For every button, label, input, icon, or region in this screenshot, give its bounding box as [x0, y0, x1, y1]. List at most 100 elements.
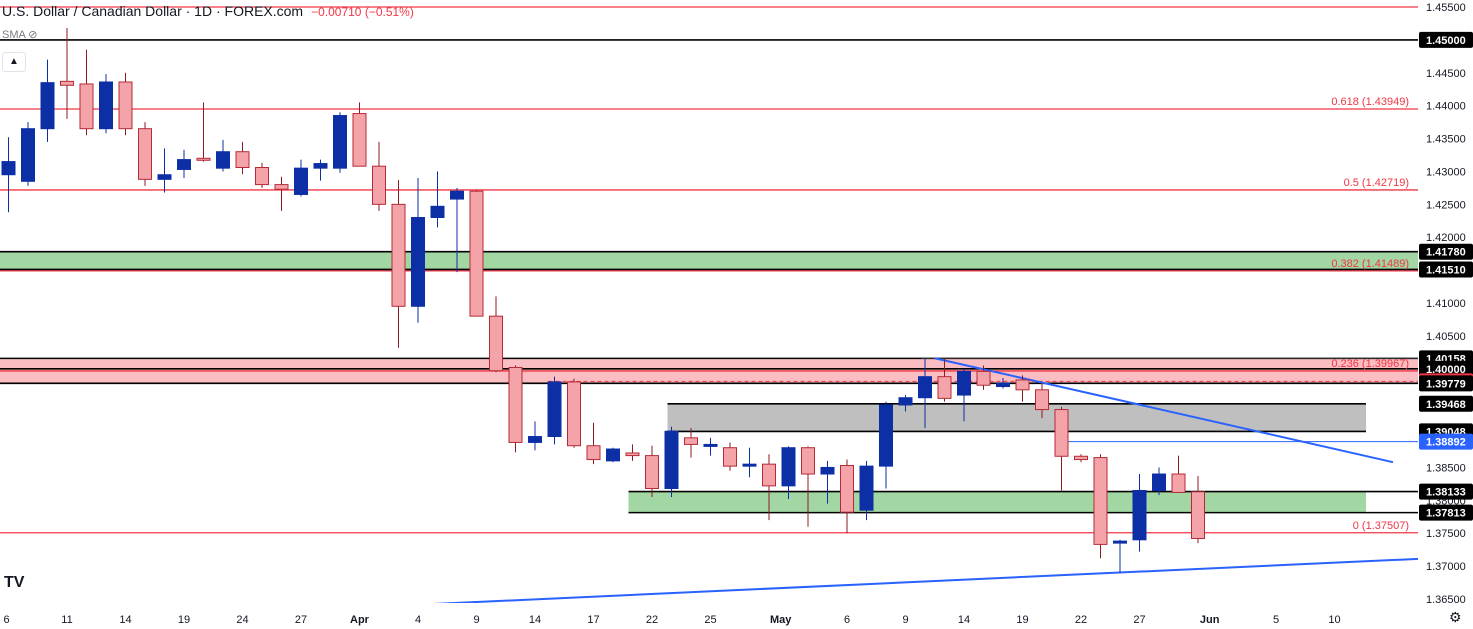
fib-labels-layer: 0.618 (1.43949) 0.5 (1.42719) 0.382 (1.414…: [1331, 96, 1409, 532]
candle: [177, 149, 191, 179]
candle-body: [703, 443, 718, 447]
x-tick-label: 6: [3, 614, 9, 626]
candle: [1132, 474, 1147, 552]
candle: [567, 378, 581, 448]
candle: [372, 141, 386, 211]
candle-body: [177, 159, 191, 170]
candle-body: [1035, 389, 1049, 411]
chevron-up-icon[interactable]: ▲: [2, 52, 26, 72]
upper-support-zone: [0, 251, 1418, 270]
symbol-title[interactable]: U.S. Dollar / Canadian Dollar · 1D · FOR…: [2, 3, 303, 19]
candle: [547, 376, 562, 445]
candle-body: [313, 163, 328, 169]
y-tick-label: 1.45500: [1426, 2, 1466, 14]
candle-body: [879, 404, 893, 467]
candle-body: [274, 184, 289, 190]
candle-body: [1191, 491, 1205, 539]
candle-body: [996, 382, 1010, 388]
candle-body: [664, 430, 679, 489]
price-label-text: 1.38892: [1426, 437, 1466, 449]
x-tick-label: 27: [295, 614, 307, 626]
x-tick-label: 19: [178, 614, 190, 626]
eye-slash-icon[interactable]: ⊘: [28, 29, 37, 41]
price-chart[interactable]: 0.618 (1.43949) 0.5 (1.42719) 0.382 (1.414…: [0, 0, 1473, 629]
candle-body: [40, 82, 55, 130]
x-tick-label: 14: [529, 614, 541, 626]
candle: [664, 426, 679, 498]
candle: [157, 148, 172, 193]
candle: [352, 102, 367, 167]
candle-body: [586, 445, 601, 461]
candle-body: [801, 447, 815, 475]
candle-body: [60, 80, 74, 86]
candle: [1191, 475, 1205, 544]
x-tick-label: 6: [844, 614, 850, 626]
candle: [703, 437, 718, 456]
x-tick-label: 11: [61, 614, 72, 626]
candle-body: [508, 366, 523, 443]
y-tick-label: 1.42000: [1426, 232, 1466, 244]
indicator-legend[interactable]: SMA ⊘: [2, 28, 38, 41]
candle-body: [430, 205, 445, 218]
candle: [586, 422, 601, 465]
y-tick-label: 1.37500: [1426, 528, 1466, 540]
x-tick-label: 22: [646, 614, 658, 626]
x-tick-label: 14: [958, 614, 970, 626]
candle-body: [333, 115, 347, 169]
candle: [430, 171, 445, 228]
candle-body: [645, 455, 659, 489]
candle-body: [742, 463, 757, 467]
candle: [1, 137, 16, 213]
candle: [313, 159, 328, 181]
candle-body: [294, 167, 308, 195]
candle-body: [567, 381, 581, 447]
gear-icon[interactable]: ⚙: [1449, 609, 1462, 626]
y-tick-label: 1.43000: [1426, 166, 1466, 178]
candle-body: [21, 128, 35, 182]
tradingview-logo[interactable]: TV: [4, 574, 24, 592]
candle-body: [411, 216, 425, 307]
x-tick-label: Apr: [350, 614, 370, 626]
candle-body: [118, 81, 133, 130]
axes-layer: 1.45500 1.45000 1.44500 1.44000 1.43500 1.430…: [0, 0, 1473, 629]
candle: [391, 179, 406, 348]
candle: [1093, 454, 1108, 559]
candle: [21, 122, 35, 186]
candle-body: [469, 190, 484, 317]
levels-layer: [0, 6, 1418, 534]
candle: [411, 178, 425, 323]
y-tick-label: 1.40500: [1426, 331, 1466, 343]
candle-body: [1093, 457, 1108, 545]
candle: [294, 159, 308, 197]
candle-body: [1113, 540, 1127, 544]
candle-body: [898, 397, 913, 406]
candle: [255, 162, 269, 188]
x-tick-label: Jun: [1200, 614, 1220, 626]
candle: [1074, 454, 1088, 463]
x-tick-label: 25: [704, 614, 716, 626]
candle: [274, 176, 289, 211]
candle: [742, 447, 757, 478]
price-label-text: 1.39779: [1426, 378, 1466, 390]
y-tick-label: 1.38500: [1426, 462, 1466, 474]
sma-indicator-label[interactable]: SMA: [2, 29, 25, 41]
candle: [118, 72, 133, 136]
candle: [216, 139, 230, 172]
x-tick-label: 9: [902, 614, 908, 626]
candle-body: [1074, 455, 1088, 461]
fib-level-label: 0.382 (1.41489): [1331, 258, 1409, 270]
candle-body: [450, 190, 464, 200]
candle: [840, 459, 854, 534]
candle: [879, 401, 893, 489]
ascending-trendline: [427, 557, 1433, 606]
y-tick-label: 1.44000: [1426, 101, 1466, 113]
candle-body: [157, 174, 172, 180]
candle: [801, 446, 815, 527]
fib-level-label: 0 (1.37507): [1353, 520, 1409, 532]
candle-body: [235, 151, 250, 168]
candle: [606, 447, 620, 463]
candle: [684, 427, 698, 458]
candle-body: [196, 157, 211, 161]
price-label-text: 1.41780: [1426, 247, 1466, 259]
candle: [469, 189, 484, 317]
